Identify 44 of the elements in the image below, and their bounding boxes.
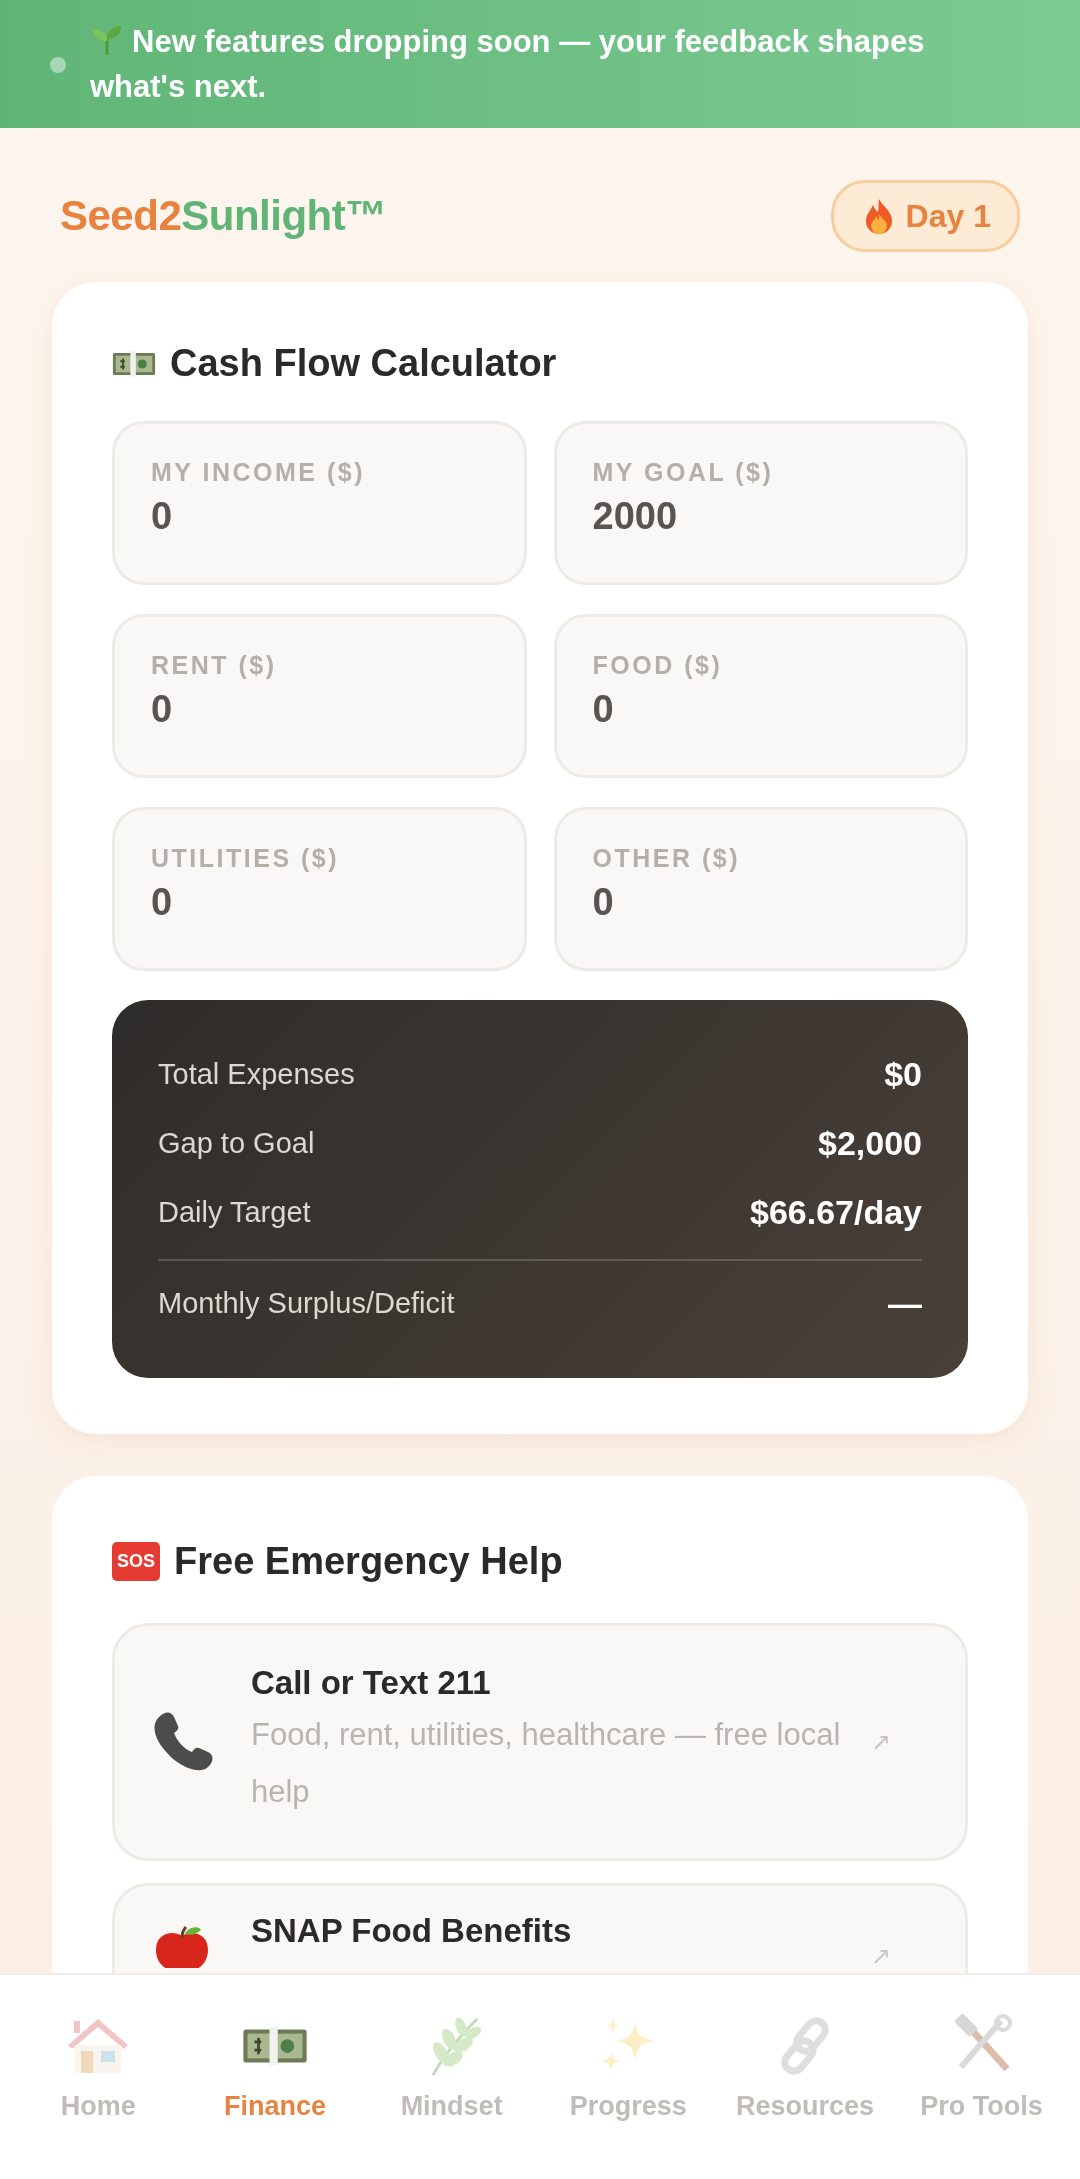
input-field[interactable]: FOOD ($) 0 bbox=[553, 614, 968, 778]
field-label: UTILITIES ($) bbox=[151, 844, 341, 873]
resource-title: Call or Text 211 bbox=[251, 1664, 492, 1702]
field-value[interactable]: 0 bbox=[592, 881, 929, 924]
cash-icon bbox=[112, 348, 156, 379]
summary-label: Monthly Surplus/Deficit bbox=[158, 1287, 455, 1320]
resource-link[interactable]: Call or Text 211 Food, rent, utilities, healthcare — free local help ↗ bbox=[112, 1623, 968, 1861]
resource-link[interactable]: SNAP Food Benefits ↗ bbox=[112, 1883, 968, 1973]
external-link-icon: ↗ bbox=[871, 1912, 891, 1970]
summary-value: $0 bbox=[884, 1055, 922, 1094]
input-field[interactable]: UTILITIES ($) 0 bbox=[112, 807, 527, 971]
field-label: MY GOAL ($) bbox=[592, 458, 775, 487]
summary-value: $2,000 bbox=[818, 1124, 922, 1163]
field-label: MY INCOME ($) bbox=[151, 458, 366, 487]
summary-label: Total Expenses bbox=[158, 1058, 355, 1091]
resource-title: SNAP Food Benefits bbox=[251, 1912, 573, 1950]
input-field[interactable]: OTHER ($) 0 bbox=[553, 807, 968, 971]
field-label: OTHER ($) bbox=[592, 844, 741, 873]
summary-value: — bbox=[888, 1284, 922, 1323]
field-label: RENT ($) bbox=[151, 651, 278, 680]
field-value[interactable]: 0 bbox=[592, 688, 929, 731]
summary-label: Gap to Goal bbox=[158, 1127, 315, 1160]
field-value[interactable]: 0 bbox=[151, 881, 488, 924]
sprout-icon bbox=[90, 23, 124, 57]
streak-badge: Day 1 bbox=[830, 180, 1020, 252]
field-label: FOOD ($) bbox=[592, 651, 724, 680]
field-value[interactable]: 2000 bbox=[592, 495, 929, 538]
summary-value: $66.67/day bbox=[749, 1193, 922, 1232]
input-field[interactable]: MY GOAL ($) 2000 bbox=[553, 421, 968, 585]
field-value[interactable]: 0 bbox=[151, 688, 488, 731]
input-field[interactable]: MY INCOME ($) 0 bbox=[112, 421, 527, 585]
external-link-icon: ↗ bbox=[871, 1728, 891, 1756]
field-value[interactable]: 0 bbox=[151, 495, 488, 538]
card-title: Cash Flow Calculator bbox=[170, 342, 557, 385]
sos-badge: SOS bbox=[112, 1542, 160, 1581]
status-dot bbox=[50, 57, 66, 73]
logo-text: Seed2 bbox=[60, 192, 182, 239]
input-field[interactable]: RENT ($) 0 bbox=[112, 614, 527, 778]
logo-text: Sunlight™ bbox=[181, 192, 387, 239]
card-title: Free Emergency Help bbox=[174, 1540, 563, 1583]
fire-icon bbox=[863, 198, 894, 234]
summary-label: Daily Target bbox=[158, 1196, 311, 1229]
announcement-text: New features dropping soon — your feedback shapes what's next. bbox=[90, 22, 926, 106]
resource-description: Food, rent, utilities, healthcare — free local help bbox=[251, 1716, 842, 1811]
